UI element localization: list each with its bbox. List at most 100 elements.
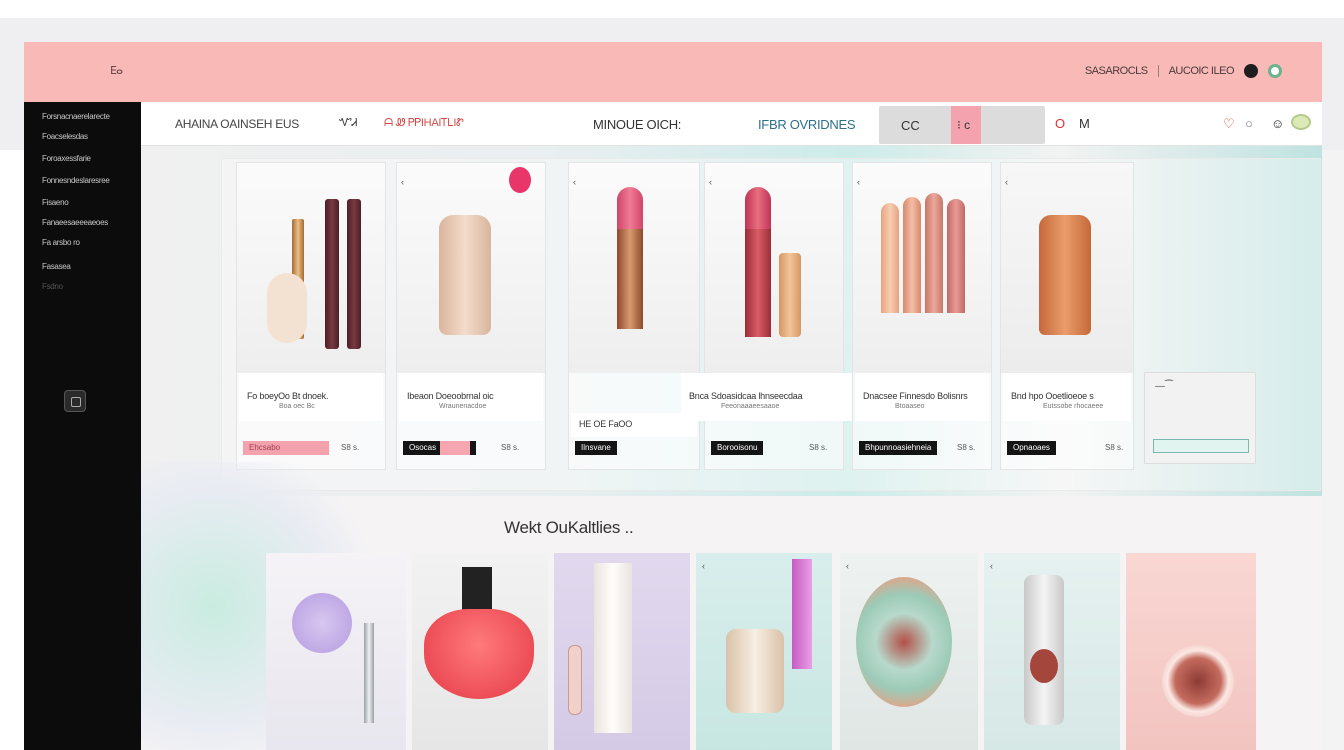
lipstick-body: [745, 229, 771, 337]
bronzer-bottle: [1039, 215, 1091, 335]
nav-link-categories[interactable]: AHAINA OAINSEH EUS: [175, 117, 299, 131]
foundation-bottle: [439, 215, 491, 335]
chevron-left-icon[interactable]: ‹: [990, 561, 993, 571]
quantity-input[interactable]: [1153, 439, 1249, 453]
gloss-tube: [779, 253, 801, 337]
shadow-shape: [267, 273, 307, 343]
chevron-left-icon[interactable]: ‹: [846, 561, 849, 571]
sidebar-item-8[interactable]: Fasasea: [42, 262, 71, 271]
sidebar-item-4[interactable]: Fonnesndeslaresree: [42, 176, 110, 185]
product-price: S8 s.: [341, 443, 360, 452]
product-price: S8 s.: [501, 443, 520, 452]
chevron-left-icon[interactable]: ‹: [1005, 177, 1008, 187]
product-subtitle: Boa oec Bc: [279, 403, 315, 410]
product-tile[interactable]: ‹: [984, 553, 1120, 750]
search-input[interactable]: CC: [901, 118, 920, 133]
product-image: ‹: [397, 163, 545, 373]
lipstick-set: [925, 193, 943, 313]
mail-icon[interactable]: M: [1079, 116, 1090, 131]
product-info: Ibeaon Doeoobrnal oic Wraunenacdoe: [399, 373, 543, 421]
top-banner: ⴹⴰ SASAROCLS AUCOIC ILEO: [24, 42, 1322, 102]
top-links: SASAROCLS AUCOIC ILEO: [1085, 64, 1282, 78]
product-image: ‹: [705, 163, 843, 373]
wishlist-icon[interactable]: ♡: [1223, 116, 1235, 132]
chevron-left-icon[interactable]: ‹: [401, 177, 404, 187]
chevron-left-icon[interactable]: ‹: [702, 561, 705, 571]
nav-link-promo[interactable]: ᗩ Ꮺ ᏢᏢIHAIᎢᏞIᏑ: [384, 117, 464, 130]
lipstick-set: [947, 199, 965, 313]
nav-link-minoue[interactable]: MINOUE OICH:: [593, 117, 681, 132]
add-to-bag-button[interactable]: Opnaoaes: [1007, 441, 1056, 455]
section-title: Wekt OuKaltlies ..: [504, 518, 634, 537]
product-title: Ibeaon Doeoobrnal oic: [407, 391, 494, 401]
top-link-1[interactable]: SASAROCLS: [1085, 65, 1148, 77]
nav-filter-icon[interactable]: ᏉᏗ: [339, 117, 358, 130]
sidebar-item-1[interactable]: Forsnacnaerelarecte: [42, 112, 110, 121]
add-to-bag-button[interactable]: Ehcsabo: [243, 441, 329, 455]
product-tile[interactable]: [266, 553, 406, 750]
product-title: Dnacsee Finnesdo Bolisnrs: [863, 391, 968, 401]
lipgloss-image: [568, 645, 582, 715]
sidebar-item-9[interactable]: Fsdno: [42, 282, 63, 291]
cream-jar: [726, 629, 784, 713]
product-tile[interactable]: ‹: [840, 553, 978, 750]
product-subtitle: Feeonaaaeesaaoe: [721, 403, 780, 410]
brand-mark[interactable]: ⴹⴰ: [110, 64, 123, 77]
product-tile[interactable]: [412, 553, 548, 750]
add-to-bag-button[interactable]: Bhpunnoasiehneia: [859, 441, 938, 455]
product-subtitle: Eutssobe rhocaeee: [1043, 403, 1104, 410]
product-card[interactable]: ‹ Bnd hpo Ooetlioeoe s Eutssobe rhocaeee…: [1000, 162, 1134, 470]
sidebar-item-6[interactable]: Fanaeesaeeeaeoes: [42, 218, 108, 227]
product-subtitle: Wraunenacdoe: [439, 403, 487, 410]
product-card[interactable]: ‹ Dnacsee Finnesdo Bolisnrs Btoaaseo Bhp…: [852, 162, 992, 470]
page-top-band: [0, 0, 1344, 18]
shell-compact: [856, 577, 952, 707]
lipstick-body: [617, 229, 643, 329]
product-image: ‹: [569, 163, 699, 373]
product-subtitle: Btoaaseo: [895, 403, 925, 410]
chat-icon[interactable]: [1291, 114, 1311, 130]
user-icon[interactable]: ☺: [1271, 116, 1284, 131]
status-ring-icon[interactable]: [1268, 64, 1282, 78]
perfume-cap: [462, 567, 492, 611]
brush-icon: ―⁀: [1155, 381, 1174, 392]
brush-image: [364, 623, 374, 723]
weekly-grid: ‹ ‹ ‹: [266, 553, 1256, 750]
product-card[interactable]: Fo boeyOo Bt dnoek. Boa oec Bc Ehcsabo S…: [236, 162, 386, 470]
product-card[interactable]: ‹ HE OE FaOO Ilnsvane: [568, 162, 700, 470]
sidebar-item-2[interactable]: Foacselesdas: [42, 132, 88, 141]
bag-icon[interactable]: ○: [1245, 116, 1253, 131]
sidebar: Forsnacnaerelarecte Foacselesdas Foroaxe…: [24, 102, 141, 750]
blush-compact: [1162, 645, 1234, 717]
product-tile[interactable]: [554, 553, 690, 750]
perfume-bottle: [424, 609, 534, 699]
product-info: HE OE FaOO: [571, 413, 697, 437]
lipstick-set: [903, 197, 921, 313]
chevron-left-icon[interactable]: ‹: [573, 177, 576, 187]
nav-link-favorites[interactable]: IFBR OVRIDNES: [758, 117, 856, 132]
product-tile[interactable]: [1126, 553, 1256, 750]
sidebar-toggle-icon[interactable]: [64, 390, 86, 412]
top-link-2[interactable]: AUCOIC ILEO: [1169, 65, 1235, 77]
brand-badge-icon: [509, 167, 531, 193]
chevron-left-icon[interactable]: ‹: [709, 177, 712, 187]
product-image: ‹: [853, 163, 991, 373]
serum-label: [1030, 649, 1058, 683]
product-title: Bnd hpo Ooetlioeoe s: [1011, 391, 1094, 401]
product-info: Fo boeyOo Bt dnoek. Boa oec Bc: [239, 373, 383, 421]
sidebar-item-3[interactable]: Foroaxessfarie: [42, 154, 91, 163]
product-card[interactable]: ‹ Ibeaon Doeoobrnal oic Wraunenacdoe Oso…: [396, 162, 546, 470]
add-to-bag-button[interactable]: Osocas: [403, 441, 477, 455]
add-to-bag-button[interactable]: Ilnsvane: [575, 441, 617, 455]
search-field[interactable]: CC ⁝ c: [879, 106, 1045, 144]
search-button[interactable]: ⁝ c: [951, 106, 981, 144]
sidebar-item-7[interactable]: Fa arsbo ro: [42, 238, 80, 247]
add-to-bag-button[interactable]: Borooisonu: [711, 441, 764, 455]
account-dot-icon[interactable]: [1244, 64, 1258, 78]
quick-view-panel[interactable]: ―⁀: [1144, 372, 1256, 464]
chevron-left-icon[interactable]: ‹: [857, 177, 860, 187]
product-card[interactable]: ‹ Bnca Sdoasidcaa lhnseecdaa Feeonaaaees…: [681, 162, 853, 470]
sidebar-item-5[interactable]: Fisaeno: [42, 198, 69, 207]
product-tile[interactable]: ‹: [696, 553, 832, 750]
location-icon[interactable]: O: [1055, 116, 1065, 131]
